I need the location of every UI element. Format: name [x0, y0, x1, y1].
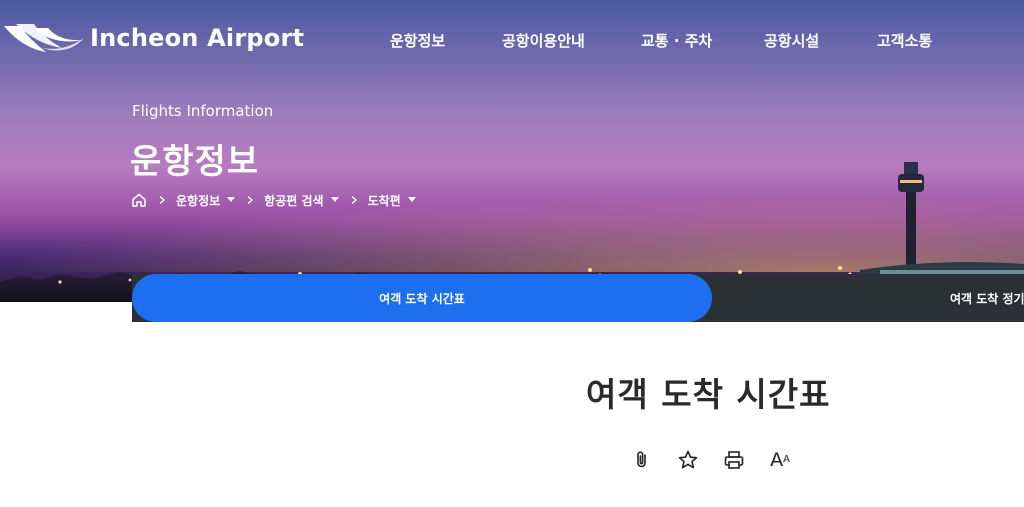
chevron-right-icon — [159, 196, 165, 204]
print-icon[interactable] — [720, 446, 748, 474]
nav-facilities[interactable]: 공항시설 — [764, 30, 819, 51]
sub-tab-bar: 여객 도착 시간표 여객 도착 정기 — [0, 274, 1024, 322]
breadcrumb-label: 항공편 검색 — [264, 193, 324, 208]
page-title: 여객 도착 시간표 — [586, 375, 831, 414]
global-nav: 운항정보 공항이용안내 교통 · 주차 공항시설 고객소통 — [0, 30, 1024, 54]
caret-down-icon — [407, 197, 416, 202]
nav-customer[interactable]: 고객소통 — [877, 30, 932, 51]
chevron-right-icon — [247, 196, 254, 204]
nav-airport-guide[interactable]: 공항이용안내 — [502, 30, 585, 51]
home-icon[interactable] — [131, 192, 147, 208]
breadcrumb: 운항정보 항공편 검색 도착편 — [131, 190, 416, 210]
nav-transport-parking[interactable]: 교통 · 주차 — [641, 30, 712, 51]
tab-passenger-arrival-timetable[interactable]: 여객 도착 시간표 — [132, 274, 712, 322]
chevron-right-icon — [351, 196, 357, 204]
font-size-small-a: A — [783, 454, 790, 465]
hero-title: 운항정보 — [130, 142, 260, 182]
caret-down-icon — [227, 197, 236, 202]
breadcrumb-arrivals[interactable]: 도착편 — [368, 192, 416, 209]
nav-flight-info[interactable]: 운항정보 — [390, 30, 445, 51]
page-tools: AA — [628, 446, 812, 474]
font-size-large-a: A — [770, 448, 784, 471]
caret-down-icon — [330, 197, 339, 202]
site-header: Incheon Airport 운항정보 공항이용안내 교통 · 주차 공항시설… — [0, 0, 1024, 84]
clip-icon[interactable] — [628, 446, 656, 474]
breadcrumb-label: 도착편 — [367, 193, 401, 208]
hero-subtitle: Flights Information — [132, 102, 274, 120]
tab-passenger-arrival-regular[interactable]: 여객 도착 정기 — [950, 274, 1024, 322]
star-icon[interactable] — [674, 446, 702, 474]
breadcrumb-flight-search[interactable]: 항공편 검색 — [264, 192, 339, 209]
breadcrumb-label: 운항정보 — [176, 193, 221, 208]
font-size-icon[interactable]: AA — [766, 446, 794, 474]
breadcrumb-flight-info[interactable]: 운항정보 — [176, 192, 236, 209]
